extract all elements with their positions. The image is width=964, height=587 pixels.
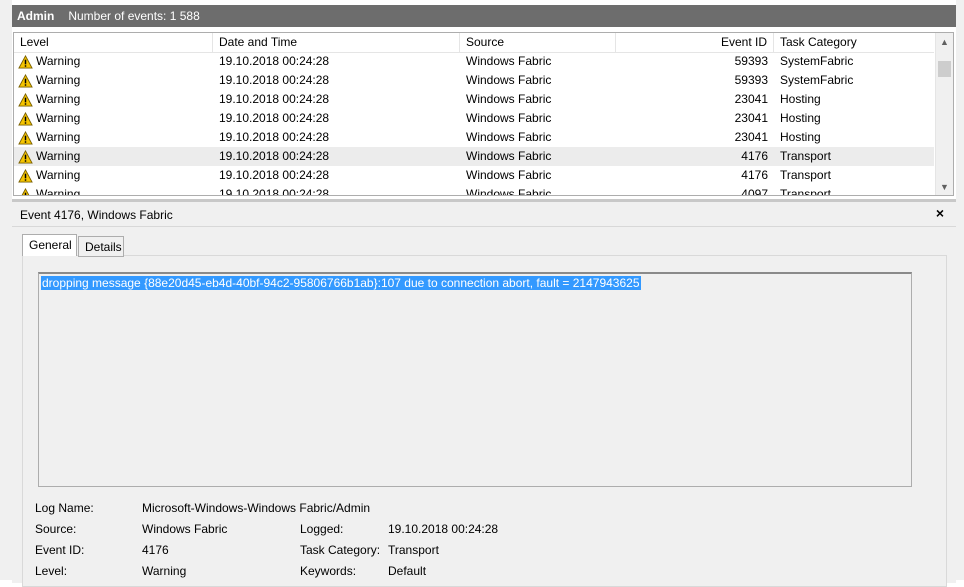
row-event-id: 59393	[734, 73, 768, 87]
event-list[interactable]: Level Date and Time Source Event ID Task…	[13, 32, 954, 196]
log-title: Admin	[17, 9, 55, 23]
row-task-category: Hosting	[780, 92, 821, 106]
row-event-id: 23041	[734, 92, 768, 106]
warning-icon	[18, 130, 33, 145]
column-event-id[interactable]: Event ID	[616, 33, 774, 52]
row-date-time: 19.10.2018 00:24:28	[219, 149, 330, 163]
table-row[interactable]: Warning 19.10.2018 00:24:28 Windows Fabr…	[14, 128, 934, 147]
general-tab-panel: dropping message {88e20d45-eb4d-40bf-94c…	[22, 255, 947, 587]
level-value: Warning	[142, 564, 187, 578]
row-date-time: 19.10.2018 00:24:28	[219, 168, 330, 182]
log-name-value: Microsoft-Windows-Windows Fabric/Admin	[142, 501, 371, 515]
row-date-time: 19.10.2018 00:24:28	[219, 130, 330, 144]
warning-icon	[18, 73, 33, 88]
warning-icon	[18, 92, 33, 107]
row-level: Warning	[36, 130, 81, 144]
row-source: Windows Fabric	[466, 168, 552, 182]
vertical-scrollbar[interactable]: ▲ ▼	[935, 33, 953, 195]
table-row[interactable]: Warning 19.10.2018 00:24:28 Windows Fabr…	[14, 109, 934, 128]
column-source[interactable]: Source	[460, 33, 616, 52]
tab-details[interactable]: Details	[78, 236, 124, 257]
row-event-id: 23041	[734, 111, 768, 125]
row-source: Windows Fabric	[466, 73, 552, 87]
column-date-time[interactable]: Date and Time	[213, 33, 460, 52]
row-level: Warning	[36, 73, 81, 87]
row-date-time: 19.10.2018 00:24:28	[219, 111, 330, 125]
row-event-id: 4097	[741, 187, 768, 196]
row-level: Warning	[36, 187, 81, 196]
close-icon[interactable]: ×	[936, 205, 944, 221]
event-details-pane: Event 4176, Windows Fabric × dropping me…	[12, 199, 956, 587]
row-date-time: 19.10.2018 00:24:28	[219, 92, 330, 106]
row-source: Windows Fabric	[466, 54, 552, 68]
warning-icon	[18, 149, 33, 164]
details-divider	[12, 226, 956, 227]
table-row[interactable]: Warning 19.10.2018 00:24:28 Windows Fabr…	[14, 52, 934, 71]
logged-label: Logged:	[300, 522, 344, 536]
row-date-time: 19.10.2018 00:24:28	[219, 54, 330, 68]
event-count: Number of events: 1 588	[68, 9, 200, 23]
event-message-text[interactable]: dropping message {88e20d45-eb4d-40bf-94c…	[41, 276, 641, 290]
row-event-id: 4176	[741, 168, 768, 182]
row-event-id: 4176	[741, 149, 768, 163]
tab-general[interactable]: General	[22, 234, 77, 256]
row-task-category: Transport	[780, 187, 831, 196]
window-left-frame	[0, 0, 12, 580]
event-id-value: 4176	[142, 543, 169, 557]
source-label: Source:	[35, 522, 77, 536]
level-label: Level:	[35, 564, 68, 578]
row-date-time: 19.10.2018 00:24:28	[219, 73, 330, 87]
table-row[interactable]: Warning 19.10.2018 00:24:28 Windows Fabr…	[14, 185, 934, 196]
row-task-category: Hosting	[780, 111, 821, 125]
table-row-selected[interactable]: Warning 19.10.2018 00:24:28 Windows Fabr…	[14, 147, 934, 166]
row-source: Windows Fabric	[466, 130, 552, 144]
row-date-time: 19.10.2018 00:24:28	[219, 187, 330, 196]
row-source: Windows Fabric	[466, 111, 552, 125]
row-event-id: 23041	[734, 130, 768, 144]
details-title: Event 4176, Windows Fabric	[20, 208, 173, 222]
event-message-box[interactable]: dropping message {88e20d45-eb4d-40bf-94c…	[38, 272, 912, 487]
window-right-frame	[956, 0, 964, 580]
task-category-value: Transport	[388, 543, 439, 557]
warning-icon	[21, 187, 30, 195]
keywords-value: Default	[388, 564, 427, 578]
log-name-label: Log Name:	[35, 501, 94, 515]
row-source: Windows Fabric	[466, 92, 552, 106]
row-event-id: 59393	[734, 54, 768, 68]
event-rows: Warning 19.10.2018 00:24:28 Windows Fabr…	[14, 52, 934, 196]
column-level[interactable]: Level	[14, 33, 213, 52]
row-level: Warning	[36, 92, 81, 106]
scroll-up-icon[interactable]: ▲	[936, 33, 953, 50]
row-level: Warning	[36, 168, 81, 182]
log-title-bar: Admin Number of events: 1 588	[12, 5, 956, 27]
logged-value: 19.10.2018 00:24:28	[388, 522, 499, 536]
scroll-down-icon[interactable]: ▼	[936, 178, 953, 195]
row-task-category: Transport	[780, 168, 831, 182]
source-value: Windows Fabric	[142, 522, 228, 536]
scroll-thumb[interactable]	[938, 61, 951, 77]
task-category-label: Task Category:	[300, 543, 381, 557]
row-level: Warning	[36, 149, 81, 163]
warning-icon	[18, 111, 33, 126]
row-source: Windows Fabric	[466, 149, 552, 163]
event-id-label: Event ID:	[35, 543, 85, 557]
column-task-category[interactable]: Task Category	[774, 33, 934, 52]
row-level: Warning	[36, 54, 81, 68]
row-task-category: Hosting	[780, 130, 821, 144]
table-row[interactable]: Warning 19.10.2018 00:24:28 Windows Fabr…	[14, 90, 934, 109]
row-level: Warning	[36, 111, 81, 125]
warning-icon	[18, 54, 33, 69]
table-row[interactable]: Warning 19.10.2018 00:24:28 Windows Fabr…	[14, 71, 934, 90]
keywords-label: Keywords:	[300, 564, 357, 578]
row-task-category: SystemFabric	[780, 73, 854, 87]
row-task-category: Transport	[780, 149, 831, 163]
table-row[interactable]: Warning 19.10.2018 00:24:28 Windows Fabr…	[14, 166, 934, 185]
warning-icon	[18, 168, 33, 183]
row-source: Windows Fabric	[466, 187, 552, 196]
row-task-category: SystemFabric	[780, 54, 854, 68]
column-header-row: Level Date and Time Source Event ID Task…	[14, 33, 934, 53]
